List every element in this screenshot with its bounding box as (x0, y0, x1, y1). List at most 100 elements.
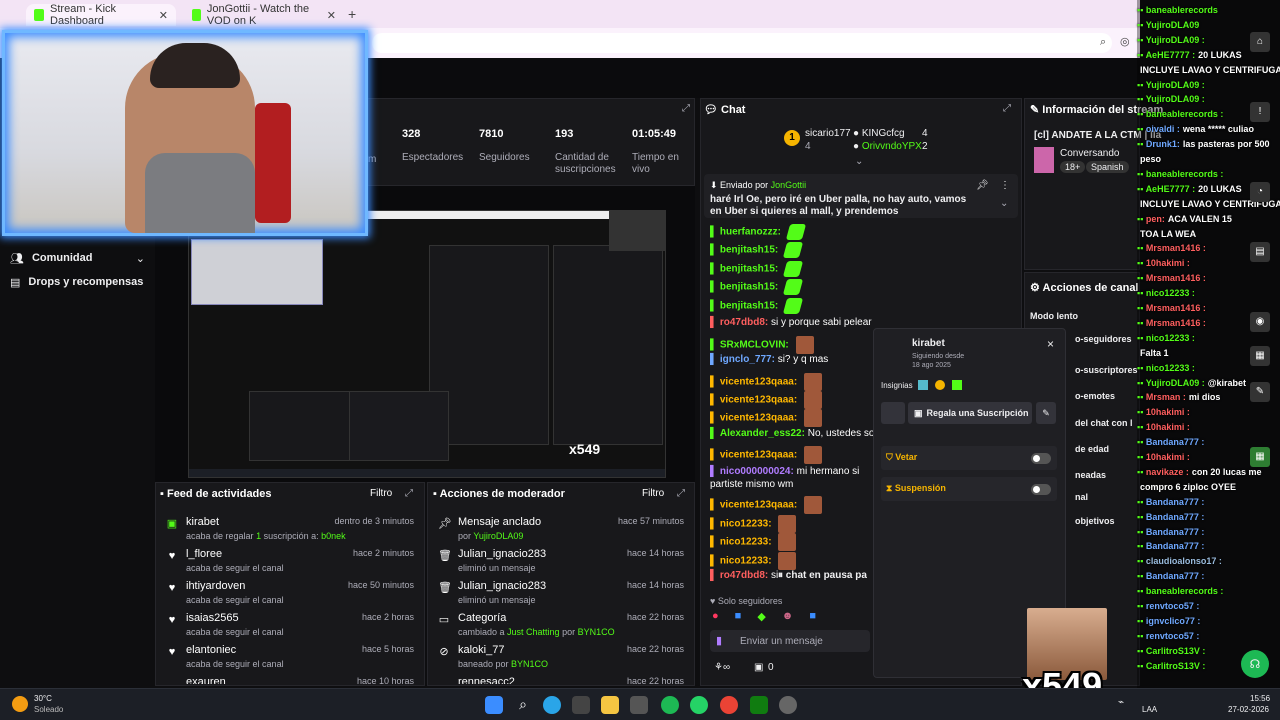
expand-icon[interactable]: ⤢ (405, 488, 413, 499)
chat-message[interactable]: ▌ vicente123qaaa: (710, 391, 822, 409)
zoom-icon[interactable]: ⌕ (1100, 36, 1106, 49)
list-icon[interactable]: ▤ (1250, 242, 1270, 262)
chat-username[interactable]: nico000000024: (720, 466, 794, 477)
collapse-icon[interactable]: ⌄ (855, 156, 863, 167)
chat-message[interactable]: ▌ nico12233: (710, 533, 797, 551)
alert-icon[interactable]: ! (1250, 102, 1270, 122)
avatar[interactable] (881, 402, 905, 424)
channel-action-item[interactable]: objetivos (1075, 516, 1115, 526)
chevron-down-icon[interactable]: ⌄ (1000, 198, 1008, 209)
channel-action-item[interactable]: neadas (1075, 470, 1106, 480)
chat-username[interactable]: vicente123qaaa: (720, 395, 797, 406)
close-tab-icon[interactable]: ✕ (159, 9, 168, 22)
search-icon[interactable]: ⌕ (514, 696, 532, 714)
edge-icon[interactable] (543, 696, 561, 714)
emote-icon[interactable]: ● (712, 610, 719, 624)
chat-username[interactable]: nico12233: (720, 556, 772, 567)
list-item[interactable]: ♥ elantoniec acaba de seguir el canal ha… (158, 642, 422, 674)
emote-icon[interactable]: ◆ (757, 610, 765, 624)
feed-filter-button[interactable]: Filtro (370, 488, 392, 499)
chat-username[interactable]: benjitash15: (720, 301, 778, 312)
hide-icon[interactable]: ◎ (1120, 35, 1130, 48)
emote-icon[interactable]: ■ (735, 610, 742, 624)
chat-username[interactable]: vicente123qaaa: (720, 450, 797, 461)
lock-icon[interactable]: ⌂ (1250, 32, 1270, 52)
store-icon[interactable] (572, 696, 590, 714)
chat-username[interactable]: SRxMCLOVIN: (720, 340, 789, 351)
list-item[interactable]: 🗑︎ Julian_ignacio283 eliminó un mensaje … (430, 578, 692, 610)
chrome-icon[interactable] (720, 696, 738, 714)
emote-icon[interactable]: ☻ (782, 610, 794, 624)
chat-username[interactable]: benjitash15: (720, 264, 778, 275)
app-icon[interactable] (630, 696, 648, 714)
expand-icon[interactable]: ⤢ (677, 488, 685, 499)
sidebar-item-community[interactable]: 👥︎ Comunidad ⌄ (10, 250, 145, 266)
close-icon[interactable]: × (1047, 337, 1054, 351)
folder-icon[interactable] (601, 696, 619, 714)
chat-message[interactable]: ▌ ro47dbd8: si y porque sabi pelear (710, 317, 872, 328)
wrench-icon[interactable]: ✎ (1250, 382, 1270, 402)
chat-username[interactable]: vicente123qaaa: (720, 377, 797, 388)
list-item[interactable]: ▣ kirabet acaba de regalar 1 suscripción… (158, 514, 422, 546)
chat-username[interactable]: ro47dbd8: (720, 317, 768, 328)
table-icon[interactable]: ▦ (1250, 346, 1270, 366)
channel-action-item[interactable]: nal (1075, 492, 1088, 502)
headset-icon[interactable]: ☊ (1241, 650, 1269, 678)
channel-action-item[interactable]: o-seguidores (1075, 334, 1132, 344)
list-item[interactable]: 📌︎ Mensaje anclado por YujiroDLA09 hace … (430, 514, 692, 546)
gift-sub-button[interactable]: ▣ Regala una Suscripción (908, 402, 1032, 424)
channel-action-item[interactable]: del chat con l (1075, 418, 1133, 428)
chat-message[interactable]: ▌ nico12233: (710, 515, 797, 533)
tab-kick-dashboard[interactable]: Stream - Kick Dashboard ✕ (26, 3, 176, 27)
edit-icon[interactable]: ✎ (1036, 402, 1056, 424)
channel-action-item[interactable]: o-suscriptores (1075, 365, 1138, 375)
chat-message[interactable]: ▌ vicente123qaaa: (710, 373, 822, 391)
chat-paused-notice[interactable]: ⏸ chat en pausa pa (778, 570, 867, 581)
new-tab-button[interactable]: + (348, 6, 356, 22)
grid-icon[interactable]: ▦ (1250, 447, 1270, 467)
list-item[interactable]: ♥ isaias2565 acaba de seguir el canal ha… (158, 610, 422, 642)
start-icon[interactable] (485, 696, 503, 714)
address-bar[interactable] (372, 33, 1112, 53)
spotify-icon[interactable] (661, 696, 679, 714)
chat-message[interactable]: ▌ vicente123qaaa: (710, 446, 822, 464)
emote-menu-icon[interactable]: ⚘∞ (714, 662, 730, 673)
chat-username[interactable]: ro47dbd8: (720, 570, 768, 581)
chat-message[interactable]: ▌ SRxMCLOVIN: (710, 336, 814, 354)
ban-toggle[interactable] (1031, 453, 1051, 464)
list-item[interactable]: ♥ l_floree acaba de seguir el canal hace… (158, 546, 422, 578)
chat-username[interactable]: ignclo_777: (720, 354, 775, 365)
whatsapp-icon[interactable] (690, 696, 708, 714)
mic-icon[interactable]: ⌁ (1118, 697, 1124, 708)
chat-message[interactable]: ▌ nico12233: (710, 552, 797, 570)
channel-action-item[interactable]: Modo lento (1030, 311, 1078, 321)
broadcast-icon[interactable]: ◉ (1250, 312, 1270, 332)
xbox-icon[interactable] (750, 696, 768, 714)
list-item[interactable]: ♥ ihtiyardoven acaba de seguir el canal … (158, 578, 422, 610)
chat-message[interactable]: ▌ nico000000024: mi hermano si partiste … (710, 465, 860, 491)
expand-icon[interactable]: ⤢ (682, 103, 690, 114)
app-icon[interactable] (779, 696, 797, 714)
chat-message[interactable]: ▌ benjitash15: (710, 261, 804, 277)
chat-message[interactable]: ▌ vicente123qaaa: (710, 496, 822, 514)
chat-input[interactable]: ▮ Enviar un mensaje (710, 630, 870, 652)
chat-username[interactable]: benjitash15: (720, 282, 778, 293)
language-indicator[interactable]: LAA (1142, 705, 1157, 714)
emote-icon[interactable]: ■ (809, 610, 816, 624)
chat-message[interactable]: ▌ benjitash15: (710, 242, 804, 258)
chat-username[interactable]: huerfanozzz: (720, 227, 781, 238)
chat-username[interactable]: Alexander_ess22: (720, 428, 805, 439)
modactions-filter-button[interactable]: Filtro (642, 488, 664, 499)
chat-message[interactable]: ▌ huerfanozzz: (710, 224, 806, 240)
close-tab-icon[interactable]: ✕ (327, 9, 336, 22)
timer-icon[interactable]: ◔ (1250, 182, 1270, 202)
suspend-toggle[interactable] (1031, 484, 1051, 495)
chat-message[interactable]: ▌ benjitash15: (710, 298, 804, 314)
chat-username[interactable]: benjitash15: (720, 245, 778, 256)
top-gifter-1[interactable]: sicario177 (805, 128, 851, 139)
top-gifter-3[interactable]: ● OrivvndoYPX (853, 141, 922, 152)
pin-icon[interactable]: 📌︎ (976, 180, 989, 191)
chat-username[interactable]: vicente123qaaa: (720, 500, 797, 511)
list-item[interactable]: 🗑︎ Julian_ignacio283 eliminó un mensaje … (430, 546, 692, 578)
top-gifter-2[interactable]: ● KINGcfcg (853, 128, 905, 139)
